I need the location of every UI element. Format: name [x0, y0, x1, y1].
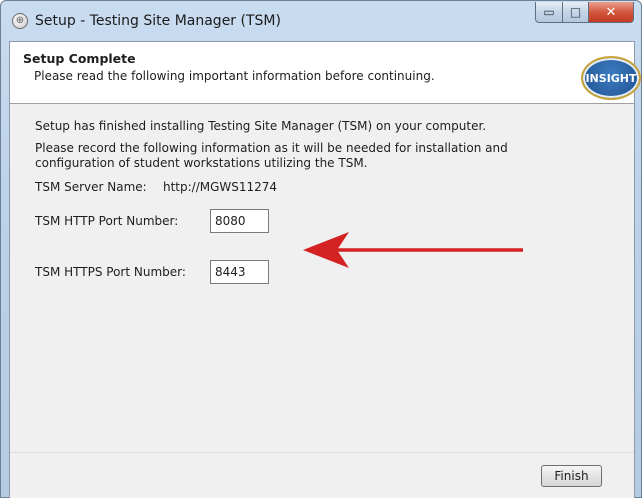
https-port-field[interactable] [210, 260, 269, 284]
record-info-line-1: Please record the following information … [35, 141, 508, 155]
red-arrow-annotation [303, 232, 523, 268]
page-title: Setup Complete [23, 51, 136, 66]
setup-window: ⊕ Setup - Testing Site Manager (TSM) ▭ □… [0, 0, 642, 498]
http-port-field[interactable] [210, 209, 269, 233]
wizard-header: Setup Complete Please read the following… [10, 42, 641, 104]
close-button[interactable]: ✕ [589, 2, 634, 23]
record-info-line-2: configuration of student workstations ut… [35, 156, 368, 170]
maximize-button[interactable]: □ [563, 2, 589, 23]
setup-app-icon: ⊕ [12, 13, 28, 29]
close-icon: ✕ [605, 4, 617, 20]
minimize-icon: ▭ [543, 5, 555, 19]
wizard-client-area: Setup Complete Please read the following… [9, 41, 641, 498]
title-bar[interactable]: ⊕ Setup - Testing Site Manager (TSM) ▭ □… [1, 1, 641, 41]
logo-text: INSIGHT [585, 71, 637, 85]
server-name-row: TSM Server Name: http://MGWS11274 [35, 180, 277, 194]
https-port-row: TSM HTTPS Port Number: [35, 260, 269, 284]
caption-buttons: ▭ □ ✕ [535, 2, 634, 23]
page-subtitle: Please read the following important info… [34, 69, 435, 83]
window-title: Setup - Testing Site Manager (TSM) [35, 13, 281, 29]
finished-message: Setup has finished installing Testing Si… [35, 119, 487, 133]
http-port-label: TSM HTTP Port Number: [35, 214, 179, 228]
https-port-label: TSM HTTPS Port Number: [35, 265, 186, 279]
maximize-icon: □ [569, 5, 582, 19]
footer-separator [10, 452, 634, 453]
http-port-row: TSM HTTP Port Number: [35, 209, 269, 233]
server-name-label: TSM Server Name: [35, 180, 147, 194]
finish-button[interactable]: Finish [541, 465, 602, 487]
minimize-button[interactable]: ▭ [535, 2, 563, 23]
server-name-value: http://MGWS11274 [163, 180, 278, 194]
insight-logo: INSIGHT [581, 56, 641, 100]
